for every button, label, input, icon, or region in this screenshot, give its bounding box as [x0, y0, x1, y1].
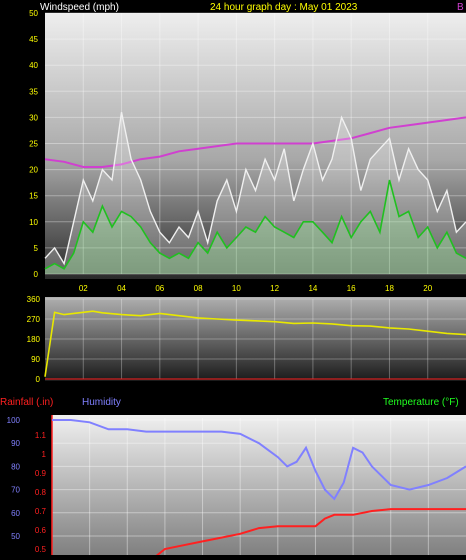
humidity-rain-plot-area [52, 415, 466, 555]
humidity-y-tick-label: 50 [11, 532, 20, 541]
chart-title: 24 hour graph day : May 01 2023 [210, 2, 358, 13]
time-x-tick-label: 04 [117, 284, 126, 293]
humidity-y-ticks: 50 60 70 80 90 100 [7, 416, 21, 541]
wind-direction-y-tick-label: 270 [27, 315, 41, 324]
wind-direction-y-tick-label: 0 [36, 375, 41, 384]
time-x-tick-label: 08 [194, 284, 203, 293]
barometer-axis-title: B [457, 2, 464, 13]
windspeed-y-tick-label: 5 [34, 244, 39, 253]
wind-direction-y-ticks: 0 90 180 270 360 [27, 295, 41, 384]
time-x-tick-label: 20 [423, 284, 432, 293]
weather-charts-svg: Windspeed (mph) 24 hour graph day : May … [0, 2, 466, 560]
rainfall-y-tick-label: 0.8 [35, 488, 47, 497]
time-x-tick-label: 06 [155, 284, 164, 293]
time-x-tick-label: 16 [347, 284, 356, 293]
windspeed-y-tick-label: 0 [34, 270, 39, 279]
windspeed-y-tick-label: 30 [29, 113, 38, 122]
windspeed-y-tick-label: 35 [29, 87, 38, 96]
humidity-rain-panel: 50 60 70 80 90 100 0.5 0.6 0.7 0.8 0.9 1 1.1 [7, 415, 466, 560]
rainfall-y-tick-label: 0.9 [35, 469, 47, 478]
windspeed-y-ticks: 0 5 10 15 20 25 30 35 40 45 50 [29, 9, 38, 279]
rainfall-y-tick-label: 0.7 [35, 507, 47, 516]
humidity-y-tick-label: 100 [7, 416, 21, 425]
rainfall-legend: Rainfall (.in) [0, 397, 53, 408]
humidity-y-tick-label: 70 [11, 486, 20, 495]
wind-direction-y-tick-label: 180 [27, 335, 41, 344]
windspeed-panel: 0 5 10 15 20 25 30 35 40 45 50 02 04 06 08 10 12 14 16 18 2… [29, 9, 466, 293]
time-x-tick-label: 02 [79, 284, 88, 293]
time-x-ticks: 02 04 06 08 10 12 14 16 18 20 [79, 284, 433, 293]
humidity-y-tick-label: 60 [11, 509, 20, 518]
rainfall-y-tick-label: 1.1 [35, 431, 47, 440]
rainfall-y-ticks: 0.5 0.6 0.7 0.8 0.9 1 1.1 [35, 431, 47, 554]
time-x-tick-label: 12 [270, 284, 279, 293]
windspeed-y-tick-label: 40 [29, 61, 38, 70]
humidity-y-tick-label: 90 [11, 439, 20, 448]
wind-direction-y-tick-label: 360 [27, 295, 41, 304]
weather-graph-page: Windspeed (mph) 24 hour graph day : May … [0, 0, 466, 560]
time-x-tick-label: 18 [385, 284, 394, 293]
windspeed-y-tick-label: 45 [29, 35, 38, 44]
rainfall-y-tick-label: 0.6 [35, 526, 47, 535]
windspeed-axis-title: Windspeed (mph) [40, 2, 119, 13]
time-x-tick-label: 10 [232, 284, 241, 293]
temperature-legend: Temperature (°F) [383, 397, 459, 408]
rainfall-y-tick-label: 1 [42, 450, 47, 459]
wind-direction-y-tick-label: 90 [31, 355, 40, 364]
humidity-legend: Humidity [82, 397, 121, 408]
time-x-tick-label: 14 [308, 284, 317, 293]
windspeed-y-tick-label: 10 [29, 218, 38, 227]
windspeed-y-tick-label: 15 [29, 192, 38, 201]
rainfall-y-tick-label: 0.5 [35, 545, 47, 554]
windspeed-y-tick-label: 50 [29, 9, 38, 18]
humidity-y-tick-label: 80 [11, 462, 20, 471]
wind-direction-panel: 0 90 180 270 360 [27, 295, 466, 384]
windspeed-y-tick-label: 20 [29, 166, 38, 175]
windspeed-y-tick-label: 25 [29, 140, 38, 149]
